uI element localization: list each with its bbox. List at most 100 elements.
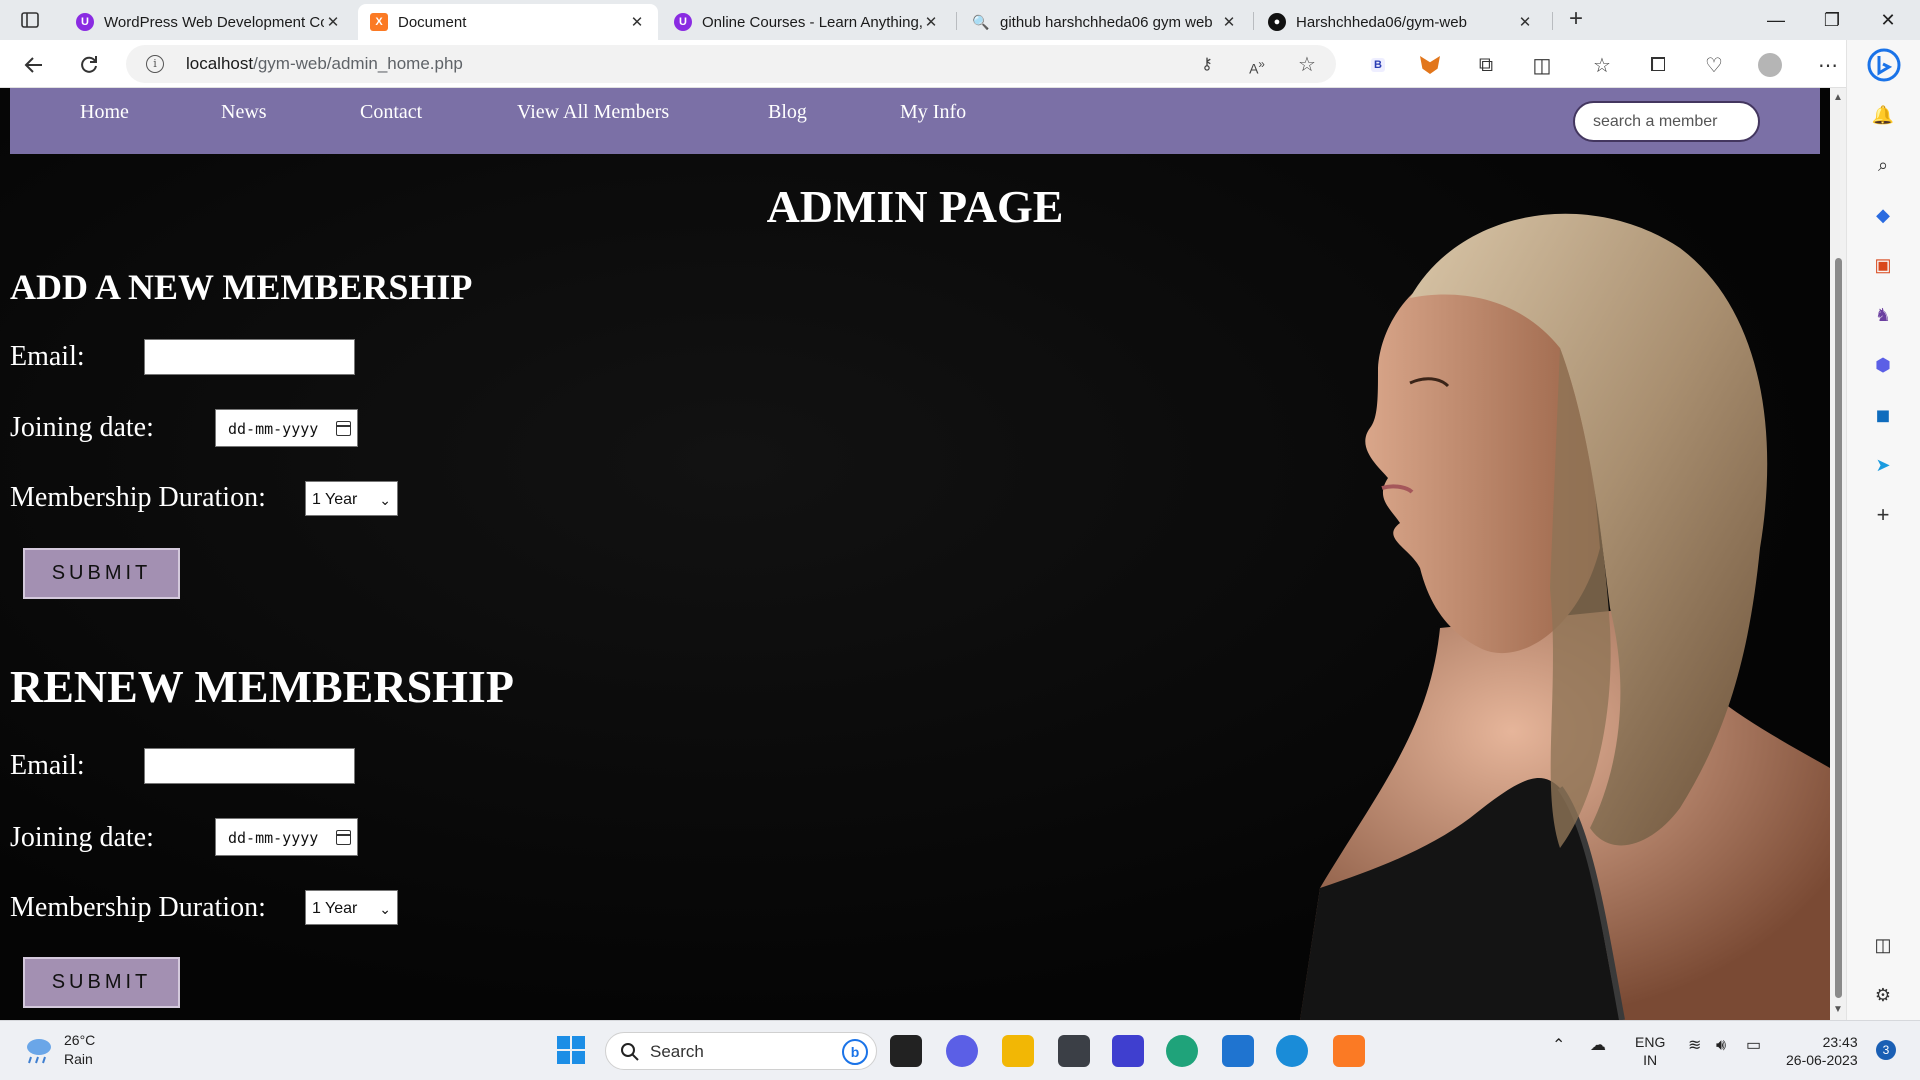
collections-icon[interactable]: ⧠ xyxy=(1642,49,1674,81)
joining-date-label: Joining date: xyxy=(10,412,154,443)
wifi-icon[interactable]: ≋ xyxy=(1688,1037,1701,1055)
new-tab-icon[interactable]: + xyxy=(1563,7,1589,33)
read-aloud-icon[interactable]: A» xyxy=(1246,54,1268,77)
udemy-icon: U xyxy=(674,13,692,31)
minimize-icon[interactable]: — xyxy=(1748,4,1804,36)
bing-icon[interactable]: b xyxy=(842,1039,868,1065)
show-hidden-icons[interactable]: ⌃ xyxy=(1552,1037,1565,1055)
tab-online-courses[interactable]: U Online Courses - Learn Anything, ✕ xyxy=(662,4,952,40)
tab-document[interactable]: X Document ✕ xyxy=(358,4,658,40)
teams-chat-icon[interactable] xyxy=(946,1035,978,1067)
notification-count-badge[interactable]: 3 xyxy=(1876,1040,1896,1060)
file-explorer-icon[interactable] xyxy=(1002,1035,1034,1067)
profile-avatar[interactable] xyxy=(1754,49,1786,81)
battery-icon[interactable]: ▭ xyxy=(1746,1037,1761,1055)
clock-date: 26-06-2023 xyxy=(1786,1052,1858,1068)
split-screen-icon[interactable]: ◫ xyxy=(1526,49,1558,81)
close-tab-icon[interactable]: ✕ xyxy=(628,13,646,31)
windows-start-icon[interactable] xyxy=(556,1035,588,1067)
microsoft-365-icon[interactable]: ⬢ xyxy=(1871,353,1895,377)
settings-more-icon[interactable]: ⋯ xyxy=(1812,49,1844,81)
close-tab-icon[interactable]: ✕ xyxy=(324,13,342,31)
tools-briefcase-icon[interactable]: ▣ xyxy=(1871,253,1895,277)
scroll-up-icon[interactable]: ▲ xyxy=(1833,92,1843,103)
clock[interactable]: 23:43 26-06-2023 xyxy=(1786,1033,1858,1069)
outlook-icon[interactable]: ◼ xyxy=(1871,403,1895,427)
drop-send-icon[interactable]: ➤ xyxy=(1871,453,1895,477)
nav-contact-link[interactable]: Contact xyxy=(360,101,422,124)
scroll-down-icon[interactable]: ▼ xyxy=(1833,1004,1843,1015)
extension-b-icon[interactable]: B xyxy=(1362,49,1394,81)
close-tab-icon[interactable]: ✕ xyxy=(1516,13,1534,31)
browser-essentials-icon[interactable]: ♡ xyxy=(1698,49,1730,81)
taskbar-search-box[interactable]: Search b xyxy=(605,1032,877,1070)
add-membership-heading: ADD A NEW MEMBERSHIP xyxy=(10,267,473,307)
nav-news-link[interactable]: News xyxy=(221,101,267,124)
hide-sidebar-icon[interactable]: ◫ xyxy=(1871,933,1895,957)
add-sidebar-app-icon[interactable]: + xyxy=(1871,503,1895,527)
back-icon[interactable] xyxy=(18,49,50,81)
page-scrollbar[interactable]: ▲ ▼ xyxy=(1830,88,1846,1020)
close-tab-icon[interactable]: ✕ xyxy=(1220,13,1238,31)
tab-github-repo[interactable]: ● Harshchheda06/gym-web ✕ xyxy=(1256,4,1546,40)
renew-submit-button[interactable]: SUBMIT xyxy=(23,957,180,1008)
xampp-icon[interactable] xyxy=(1333,1035,1365,1067)
page-viewport: Home News Contact View All Members Blog … xyxy=(0,88,1830,1020)
app-icon[interactable] xyxy=(1058,1035,1090,1067)
add-joining-date-field[interactable]: dd-mm-yyyy xyxy=(215,409,358,447)
tab-actions-icon[interactable] xyxy=(10,8,50,32)
edge-browser-icon[interactable] xyxy=(1276,1035,1308,1067)
nav-blog-link[interactable]: Blog xyxy=(768,101,807,124)
search-icon[interactable]: ⌕ xyxy=(1871,153,1895,177)
tab-strip: U WordPress Web Development Co ✕ X Docum… xyxy=(0,0,1920,40)
renew-duration-select[interactable]: 1 Year ⌄ xyxy=(305,890,398,925)
favorites-icon[interactable]: ☆ xyxy=(1586,49,1618,81)
task-view-icon[interactable] xyxy=(890,1035,922,1067)
xampp-icon: X xyxy=(370,13,388,31)
add-email-field[interactable] xyxy=(144,339,355,375)
address-bar[interactable]: i localhost/gym-web/admin_home.php ⚷ A» … xyxy=(126,45,1336,83)
add-duration-select[interactable]: 1 Year ⌄ xyxy=(305,481,398,516)
metamask-icon[interactable] xyxy=(1414,49,1446,81)
add-submit-button[interactable]: SUBMIT xyxy=(23,548,180,599)
favorite-star-icon[interactable]: ☆ xyxy=(1296,54,1318,76)
renew-email-field[interactable] xyxy=(144,748,355,784)
onedrive-offline-icon[interactable]: ☁ xyxy=(1590,1037,1606,1055)
tab-title: Harshchheda06/gym-web xyxy=(1296,13,1467,31)
site-info-icon[interactable]: i xyxy=(146,55,164,73)
renew-joining-date-field[interactable]: dd-mm-yyyy xyxy=(215,818,358,856)
games-icon[interactable]: ♞ xyxy=(1871,303,1895,327)
scrollbar-thumb[interactable] xyxy=(1835,258,1842,998)
visual-studio-icon[interactable] xyxy=(1112,1035,1144,1067)
sidebar-settings-icon[interactable]: ⚙ xyxy=(1871,983,1895,1007)
nav-view-all-members-link[interactable]: View All Members xyxy=(517,101,669,124)
renew-membership-heading: RENEW MEMBERSHIP xyxy=(10,661,514,712)
language-indicator[interactable]: ENG IN xyxy=(1635,1033,1665,1069)
nav-home-link[interactable]: Home xyxy=(80,101,129,124)
duration-selected-value: 1 Year xyxy=(312,491,358,508)
close-tab-icon[interactable]: ✕ xyxy=(922,13,940,31)
weather-temperature: 26°C xyxy=(64,1032,96,1048)
member-search-input[interactable]: search a member xyxy=(1573,101,1760,142)
browser-toolbar: i localhost/gym-web/admin_home.php ⚷ A» … xyxy=(0,40,1920,88)
close-window-icon[interactable]: ✕ xyxy=(1860,4,1916,36)
calendar-icon[interactable] xyxy=(336,421,351,436)
membership-duration-label: Membership Duration: xyxy=(10,482,266,513)
notification-bell-icon[interactable]: 🔔 xyxy=(1871,103,1895,127)
key-icon[interactable]: ⚷ xyxy=(1196,54,1218,76)
volume-icon[interactable]: 🔊︎ xyxy=(1716,1037,1726,1055)
restore-icon[interactable]: ❐ xyxy=(1804,4,1860,36)
tab-github-search[interactable]: 🔍 github harshchheda06 gym web ✕ xyxy=(960,4,1250,40)
extensions-icon[interactable]: ⧉ xyxy=(1470,49,1502,81)
shopping-tag-icon[interactable]: ◆ xyxy=(1871,203,1895,227)
tab-wordpress-course[interactable]: U WordPress Web Development Co ✕ xyxy=(64,4,354,40)
bing-copilot-icon[interactable] xyxy=(1867,48,1901,82)
edge-dev-icon[interactable] xyxy=(1166,1035,1198,1067)
duration-selected-value: 1 Year xyxy=(312,900,358,917)
calendar-icon[interactable] xyxy=(336,830,351,845)
refresh-icon[interactable] xyxy=(73,49,105,81)
url-text: localhost/gym-web/admin_home.php xyxy=(186,54,463,73)
weather-widget[interactable]: 26°C Rain xyxy=(22,1031,95,1069)
mail-icon[interactable] xyxy=(1222,1035,1254,1067)
nav-my-info-link[interactable]: My Info xyxy=(900,101,966,124)
